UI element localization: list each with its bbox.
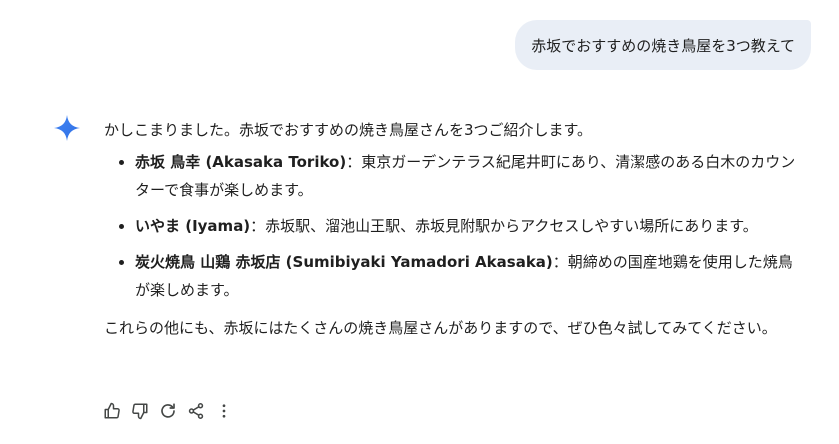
response-closing: これらの他にも、赤坂にはたくさんの焼き鳥屋さんがありますので、ぜひ色々試してみて…: [104, 319, 777, 337]
list-item: 炭火焼鳥 山鶏 赤坂店 (Sumibiyaki Yamadori Akasaka…: [135, 248, 804, 304]
restaurant-list: 赤坂 鳥幸 (Akasaka Toriko)：東京ガーデンテラス紀尾井町にあり、…: [104, 148, 804, 304]
thumbs-up-icon: [104, 402, 120, 419]
restaurant-description: ：赤坂駅、溜池山王駅、赤坂見附駅からアクセスしやすい場所にあります。: [250, 217, 758, 235]
list-item: 赤坂 鳥幸 (Akasaka Toriko)：東京ガーデンテラス紀尾井町にあり、…: [135, 148, 804, 204]
more-options-button[interactable]: [212, 398, 236, 424]
user-message-text: 赤坂でおすすめの焼き鳥屋を3つ教えて: [531, 36, 795, 55]
thumbs-down-icon: [132, 403, 148, 420]
list-item: いやま (Iyama)：赤坂駅、溜池山王駅、赤坂見附駅からアクセスしやすい場所に…: [135, 212, 804, 240]
regenerate-button[interactable]: [156, 398, 180, 424]
more-vert-icon: [222, 404, 226, 418]
gemini-sparkle-icon: [54, 115, 80, 141]
share-button[interactable]: [184, 398, 208, 424]
restaurant-name: 炭火焼鳥 山鶏 赤坂店 (Sumibiyaki Yamadori Akasaka…: [135, 253, 553, 271]
thumbs-up-button[interactable]: [100, 398, 124, 424]
response-intro: かしこまりました。赤坂でおすすめの焼き鳥屋さんを3つご紹介します。: [104, 121, 593, 139]
response-actions: [100, 398, 236, 424]
regenerate-icon: [161, 403, 175, 418]
share-icon: [188, 403, 204, 419]
restaurant-name: 赤坂 鳥幸 (Akasaka Toriko): [135, 153, 347, 171]
user-message-bubble: 赤坂でおすすめの焼き鳥屋を3つ教えて: [515, 20, 811, 70]
assistant-response: かしこまりました。赤坂でおすすめの焼き鳥屋さんを3つご紹介します。 赤坂 鳥幸 …: [104, 116, 804, 342]
thumbs-down-button[interactable]: [128, 398, 152, 424]
restaurant-name: いやま (Iyama): [135, 217, 251, 235]
